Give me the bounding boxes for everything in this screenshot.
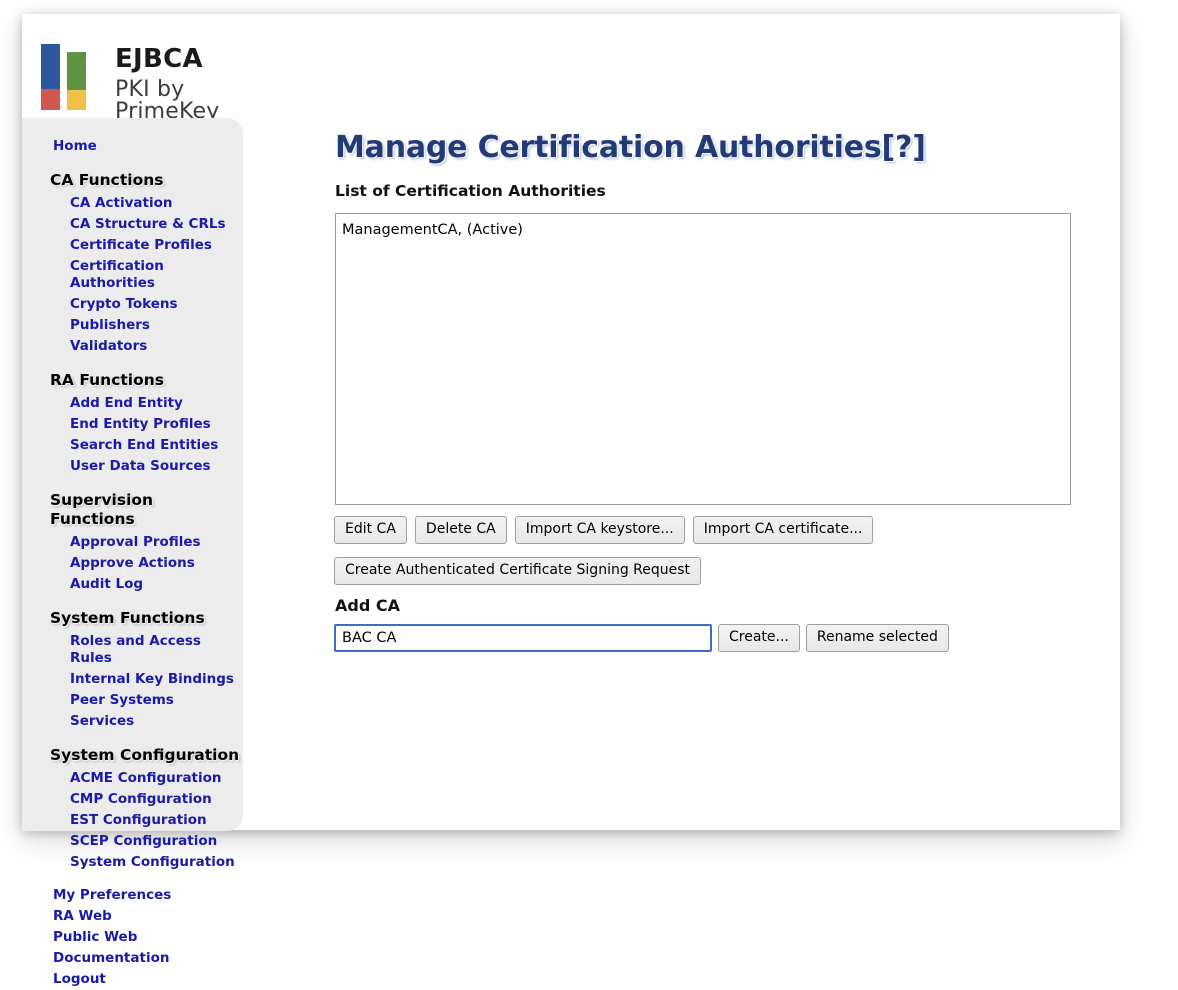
sidebar-item-scep-configuration[interactable]: SCEP Configuration [70,831,243,852]
add-ca-heading: Add CA [335,596,400,615]
ca-list-box[interactable]: ManagementCA, (Active) [335,213,1071,505]
create-ca-button[interactable]: Create... [718,624,800,652]
list-item[interactable]: ManagementCA, (Active) [336,220,1070,241]
sidebar-item-internal-key-bindings[interactable]: Internal Key Bindings [70,669,243,690]
sidebar-item-roles-and-access-rules[interactable]: Roles and Access Rules [70,631,243,669]
logo-bar-yellow [67,90,86,110]
brand-text: EJBCA PKI by PrimeKey [115,46,219,123]
sidebar-navigation: Home CA Functions CA Activation CA Struc… [22,118,243,831]
sidebar-item-documentation[interactable]: Documentation [53,948,243,969]
sidebar-item-crypto-tokens[interactable]: Crypto Tokens [70,294,243,315]
sidebar-item-end-entity-profiles[interactable]: End Entity Profiles [70,414,243,435]
logo-bar-blue [41,44,60,89]
sidebar-spacer [22,873,243,885]
create-authenticated-csr-button[interactable]: Create Authenticated Certificate Signing… [334,557,701,585]
sidebar-item-certification-authorities[interactable]: Certification Authorities [70,256,243,294]
rename-selected-button[interactable]: Rename selected [806,624,949,652]
sidebar-item-audit-log[interactable]: Audit Log [70,574,243,595]
logo-bar-green [67,52,86,90]
edit-ca-button[interactable]: Edit CA [334,516,407,544]
sidebar-item-approval-profiles[interactable]: Approval Profiles [70,532,243,553]
sidebar-header-system-functions: System Functions [50,609,243,628]
sidebar-item-publishers[interactable]: Publishers [70,315,243,336]
brand-subtitle: PKI by PrimeKey [115,79,219,123]
brand-title: EJBCA [115,46,219,72]
sidebar-item-home[interactable]: Home [53,136,243,157]
sidebar-item-public-web[interactable]: Public Web [53,927,243,948]
main-content: Manage Certification Authorities[?] List… [312,118,1094,208]
add-ca-form: Create... Rename selected [334,624,949,652]
sidebar-item-user-data-sources[interactable]: User Data Sources [70,456,243,477]
sidebar-item-validators[interactable]: Validators [70,336,243,357]
csr-action-buttons: Create Authenticated Certificate Signing… [334,557,701,585]
delete-ca-button[interactable]: Delete CA [415,516,507,544]
sidebar-item-logout[interactable]: Logout [53,969,243,990]
ca-action-buttons: Edit CA Delete CA Import CA keystore... … [334,516,873,544]
help-link[interactable]: [?] [882,130,926,165]
import-ca-certificate-button[interactable]: Import CA certificate... [693,516,874,544]
sidebar-item-cmp-configuration[interactable]: CMP Configuration [70,789,243,810]
sidebar-item-add-end-entity[interactable]: Add End Entity [70,393,243,414]
list-heading: List of Certification Authorities [335,182,1094,200]
sidebar-item-ca-activation[interactable]: CA Activation [70,193,243,214]
sidebar-item-ra-web[interactable]: RA Web [53,906,243,927]
sidebar-item-certificate-profiles[interactable]: Certificate Profiles [70,235,243,256]
logo-bar-red [41,89,60,110]
sidebar-item-peer-systems[interactable]: Peer Systems [70,690,243,711]
sidebar-item-search-end-entities[interactable]: Search End Entities [70,435,243,456]
sidebar-item-services[interactable]: Services [70,711,243,732]
sidebar-header-ca-functions: CA Functions [50,171,243,190]
sidebar-item-approve-actions[interactable]: Approve Actions [70,553,243,574]
page-title: Manage Certification Authorities[?] [335,130,1094,165]
sidebar-item-est-configuration[interactable]: EST Configuration [70,810,243,831]
page-title-text: Manage Certification Authorities [335,130,882,165]
primekey-logo-icon [41,44,89,110]
sidebar-item-acme-configuration[interactable]: ACME Configuration [70,768,243,789]
sidebar-item-my-preferences[interactable]: My Preferences [53,885,243,906]
import-ca-keystore-button[interactable]: Import CA keystore... [515,516,685,544]
sidebar-header-system-configuration: System Configuration [50,746,243,765]
ca-name-input[interactable] [334,624,712,652]
sidebar-item-ca-structure-crls[interactable]: CA Structure & CRLs [70,214,243,235]
sidebar-item-system-configuration[interactable]: System Configuration [70,852,243,873]
sidebar-header-ra-functions: RA Functions [50,371,243,390]
application-window: EJBCA PKI by PrimeKey Home CA Functions … [22,14,1120,830]
sidebar-header-supervision-functions: Supervision Functions [50,491,243,529]
